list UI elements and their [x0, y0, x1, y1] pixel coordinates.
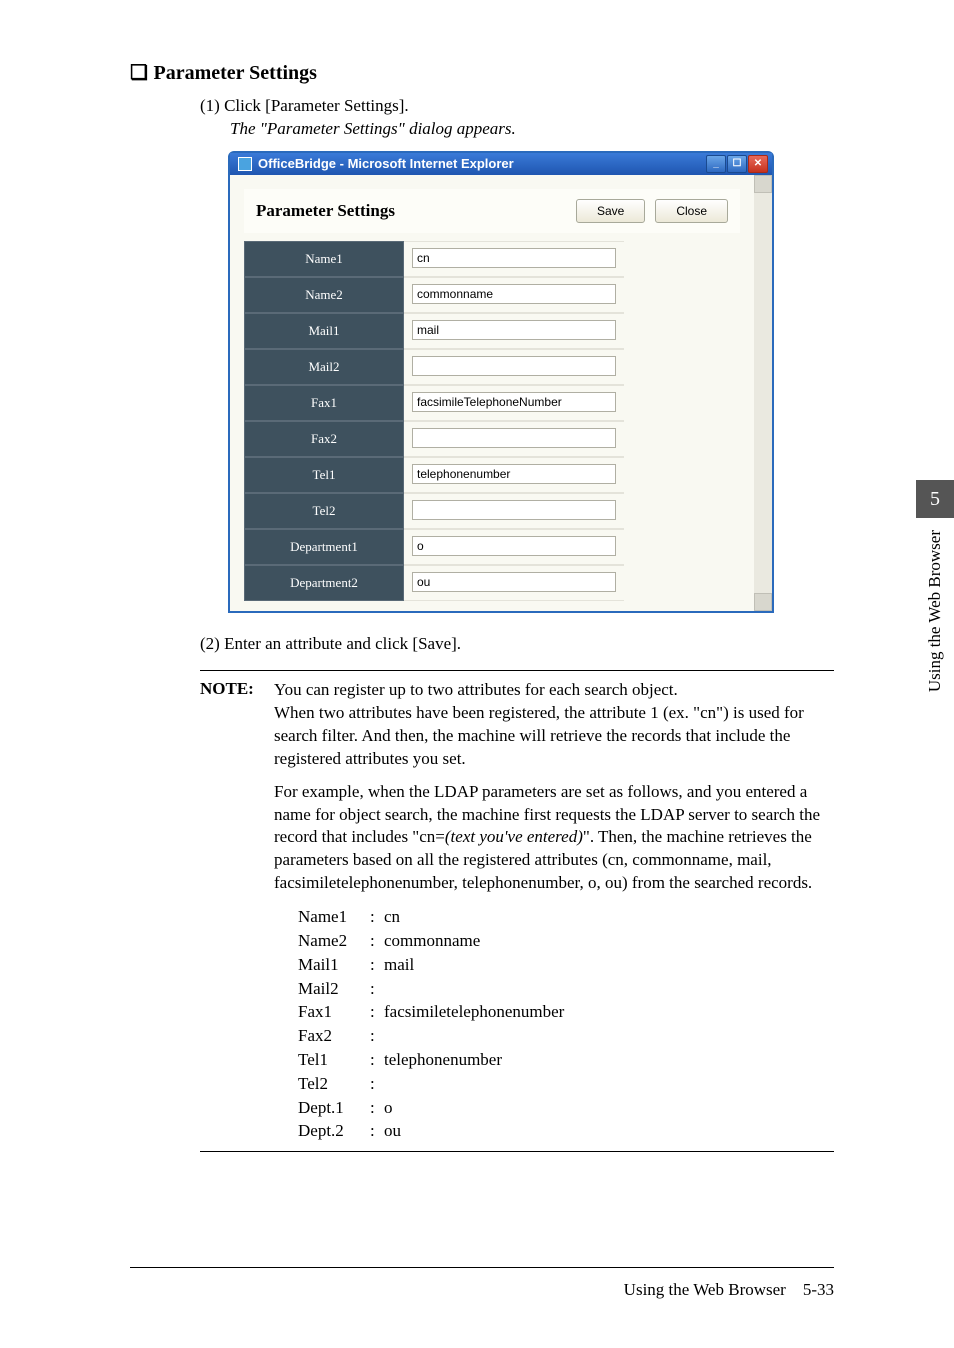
input-name1[interactable] — [412, 248, 616, 268]
label-tel2: Tel2 — [244, 493, 404, 529]
input-mail1[interactable] — [412, 320, 616, 340]
footer-title: Using the Web Browser — [624, 1280, 786, 1299]
chapter-tab: 5 — [916, 480, 954, 518]
parameter-table: Name1 Name2 Mail1 Mail2 Fax1 Fax2 Tel1 T… — [244, 241, 740, 601]
note-body: You can register up to two attributes fo… — [274, 679, 834, 1143]
input-tel2[interactable] — [412, 500, 616, 520]
panel-header: Parameter Settings Save Close — [244, 189, 740, 233]
label-mail2: Mail2 — [244, 349, 404, 385]
step-2: (2) Enter an attribute and click [Save]. — [200, 633, 834, 656]
side-chapter-title: Using the Web Browser — [925, 530, 945, 692]
input-tel1[interactable] — [412, 464, 616, 484]
close-button[interactable]: ✕ — [748, 155, 768, 173]
input-fax1[interactable] — [412, 392, 616, 412]
scroll-down-icon[interactable] — [754, 593, 772, 611]
page-footer: Using the Web Browser 5-33 — [0, 1267, 954, 1300]
label-fax2: Fax2 — [244, 421, 404, 457]
label-dept1: Department1 — [244, 529, 404, 565]
close-panel-button[interactable]: Close — [655, 199, 728, 223]
input-dept1[interactable] — [412, 536, 616, 556]
note-block: NOTE: You can register up to two attribu… — [200, 670, 834, 1152]
maximize-button[interactable]: ☐ — [727, 155, 747, 173]
input-name2[interactable] — [412, 284, 616, 304]
checkbox-icon: ❏ — [130, 62, 154, 84]
step-1: (1) Click [Parameter Settings]. — [200, 95, 834, 118]
input-dept2[interactable] — [412, 572, 616, 592]
page-number: 5-33 — [803, 1280, 834, 1299]
attribute-list: Name1:cn Name2:commonname Mail1:mail Mai… — [298, 905, 834, 1143]
label-name2: Name2 — [244, 277, 404, 313]
panel-title: Parameter Settings — [256, 201, 395, 221]
note-label: NOTE: — [200, 679, 274, 699]
label-dept2: Department2 — [244, 565, 404, 601]
window-title: OfficeBridge - Microsoft Internet Explor… — [258, 156, 514, 171]
section-title: ❏ Parameter Settings — [130, 60, 834, 85]
label-mail1: Mail1 — [244, 313, 404, 349]
input-fax2[interactable] — [412, 428, 616, 448]
label-name1: Name1 — [244, 241, 404, 277]
label-tel1: Tel1 — [244, 457, 404, 493]
scroll-up-icon[interactable] — [754, 175, 772, 193]
ie-icon — [238, 157, 252, 171]
step-1-sub: The "Parameter Settings" dialog appears. — [230, 118, 834, 141]
browser-window: OfficeBridge - Microsoft Internet Explor… — [228, 151, 774, 613]
save-button[interactable]: Save — [576, 199, 645, 223]
window-controls: _ ☐ ✕ — [706, 155, 768, 173]
input-mail2[interactable] — [412, 356, 616, 376]
scrollbar[interactable] — [754, 175, 772, 611]
label-fax1: Fax1 — [244, 385, 404, 421]
window-title-bar: OfficeBridge - Microsoft Internet Explor… — [230, 153, 772, 175]
minimize-button[interactable]: _ — [706, 155, 726, 173]
